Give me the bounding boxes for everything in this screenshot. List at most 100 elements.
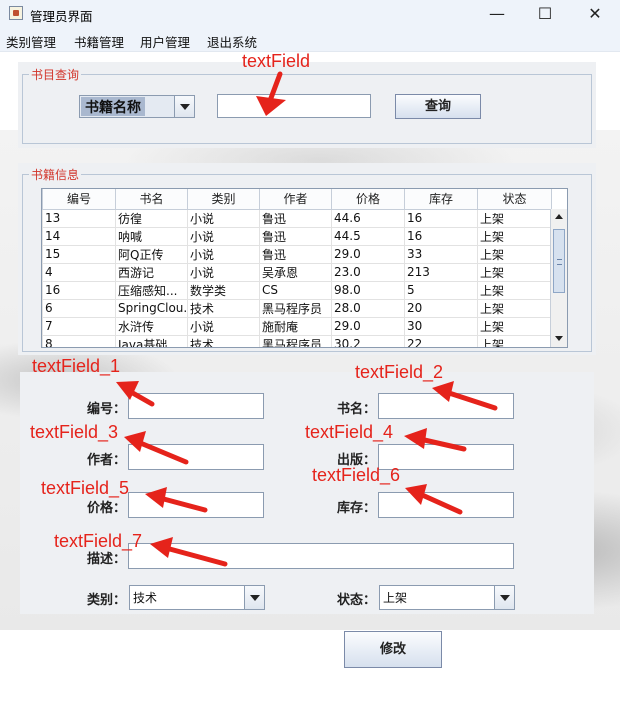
scroll-down-icon[interactable] [551,331,567,347]
table-row[interactable]: 14 呐喊 小说 鲁迅 44.5 16 上架 [42,226,552,246]
table-cell: 上架 [477,244,552,264]
table-row[interactable]: 15 阿Q正传 小说 鲁迅 29.0 33 上架 [42,244,552,264]
category-label: 类别： [86,593,126,608]
table-cell: 水浒传 [115,316,188,336]
table-cell: 上架 [477,316,552,336]
table-cell: 小说 [187,226,260,246]
menu-user-manage[interactable]: 用户管理 [140,32,190,51]
description-input[interactable] [128,543,514,569]
table-cell: 小说 [187,244,260,264]
table-cell: 29.0 [331,316,405,336]
table-cell: 技术 [187,298,260,318]
annotation-label: textField_5 [41,478,130,498]
table-cell: 黑马程序员 [259,334,332,347]
book-table[interactable]: 编号 书名 类别 作者 价格 库存 状态 13 彷徨 小说 鲁迅 44.6 16 上架 14 呐… [41,188,568,348]
table-cell: 4 [42,262,116,282]
table-cell: 15 [42,244,116,264]
table-row[interactable]: 16 压缩感知... 数学类 CS 98.0 5 上架 [42,280,552,300]
table-cell: 施耐庵 [259,316,332,336]
modify-button[interactable]: 修改 [344,631,442,668]
column-header[interactable]: 书名 [115,189,188,210]
search-type-combo[interactable]: 书籍名称 [79,95,195,118]
table-cell: 阿Q正传 [115,244,188,264]
table-row[interactable]: 6 SpringClou... 技术 黑马程序员 28.0 20 上架 [42,298,552,318]
chevron-down-icon[interactable] [244,586,264,609]
stock-input[interactable] [378,492,514,518]
name-input[interactable] [378,393,514,419]
table-cell: 黑马程序员 [259,298,332,318]
menu-book-manage[interactable]: 书籍管理 [74,32,124,51]
app-icon [9,6,23,20]
author-input[interactable] [128,444,264,470]
scroll-up-icon[interactable] [551,209,567,225]
table-row[interactable]: 13 彷徨 小说 鲁迅 44.6 16 上架 [42,208,552,228]
table-cell: 小说 [187,208,260,228]
search-button[interactable]: 查询 [395,94,481,119]
table-cell: CS [259,280,332,300]
table-cell: 鲁迅 [259,244,332,264]
table-cell: 数学类 [187,280,260,300]
price-input[interactable] [128,492,264,518]
column-header[interactable]: 库存 [404,189,478,210]
category-value: 技术 [133,591,158,605]
table-cell: 压缩感知... [115,280,188,300]
table-cell: 6 [42,298,116,318]
table-row[interactable]: 4 西游记 小说 吴承恩 23.0 213 上架 [42,262,552,282]
status-value: 上架 [383,591,408,605]
menu-category-manage[interactable]: 类别管理 [6,32,56,51]
table-row[interactable]: 7 水浒传 小说 施耐庵 29.0 30 上架 [42,316,552,336]
search-type-value: 书籍名称 [81,97,145,116]
table-cell: 吴承恩 [259,262,332,282]
id-input[interactable] [128,393,264,419]
search-input[interactable] [217,94,371,118]
annotation-label: textField_1 [32,356,121,376]
scroll-thumb[interactable] [553,229,565,293]
annotation-label: textField [242,51,311,71]
table-cell: 44.6 [331,208,405,228]
chevron-down-icon[interactable] [174,96,194,117]
table-cell: 29.0 [331,244,405,264]
column-header[interactable]: 类别 [187,189,260,210]
table-cell: 8 [42,334,116,347]
annotation-label: textField_7 [54,531,143,551]
table-cell: 技术 [187,334,260,347]
table-cell: 上架 [477,334,552,347]
status-label: 状态： [336,593,376,608]
status-combo[interactable]: 上架 [379,585,515,610]
column-header[interactable]: 价格 [331,189,405,210]
search-legend: 书目查询 [31,68,80,82]
table-cell: 彷徨 [115,208,188,228]
table-scrollbar[interactable] [550,209,567,347]
table-cell: 上架 [477,280,552,300]
table-cell: 16 [404,226,478,246]
table-cell: SpringClou... [115,298,188,318]
column-header[interactable]: 作者 [259,189,332,210]
column-header[interactable]: 状态 [477,189,552,210]
table-cell: 14 [42,226,116,246]
title-bar: 管理员界面 — ☐ ✕ [0,0,620,28]
table-cell: 22 [404,334,478,347]
table-cell: 上架 [477,208,552,228]
table-row[interactable]: 8 Java基础... 技术 黑马程序员 30.2 22 上架 [42,334,552,347]
annotation-label: textField_3 [30,422,119,442]
table-cell: 23.0 [331,262,405,282]
table-cell: 16 [404,208,478,228]
table-cell: 20 [404,298,478,318]
author-label: 作者： [86,453,126,468]
column-header[interactable]: 编号 [42,189,116,210]
maximize-button[interactable]: ☐ [522,0,568,28]
table-cell: 28.0 [331,298,405,318]
table-cell: 30 [404,316,478,336]
window-title: 管理员界面 [30,9,93,24]
table-cell: 鲁迅 [259,208,332,228]
close-button[interactable]: ✕ [572,0,618,28]
stock-label: 库存： [336,501,376,516]
category-combo[interactable]: 技术 [129,585,265,610]
menu-exit-system[interactable]: 退出系统 [207,32,257,51]
table-cell: 30.2 [331,334,405,347]
chevron-down-icon[interactable] [494,586,514,609]
price-label: 价格： [86,501,126,516]
table-cell: 呐喊 [115,226,188,246]
table-cell: 小说 [187,316,260,336]
minimize-button[interactable]: — [474,0,520,28]
